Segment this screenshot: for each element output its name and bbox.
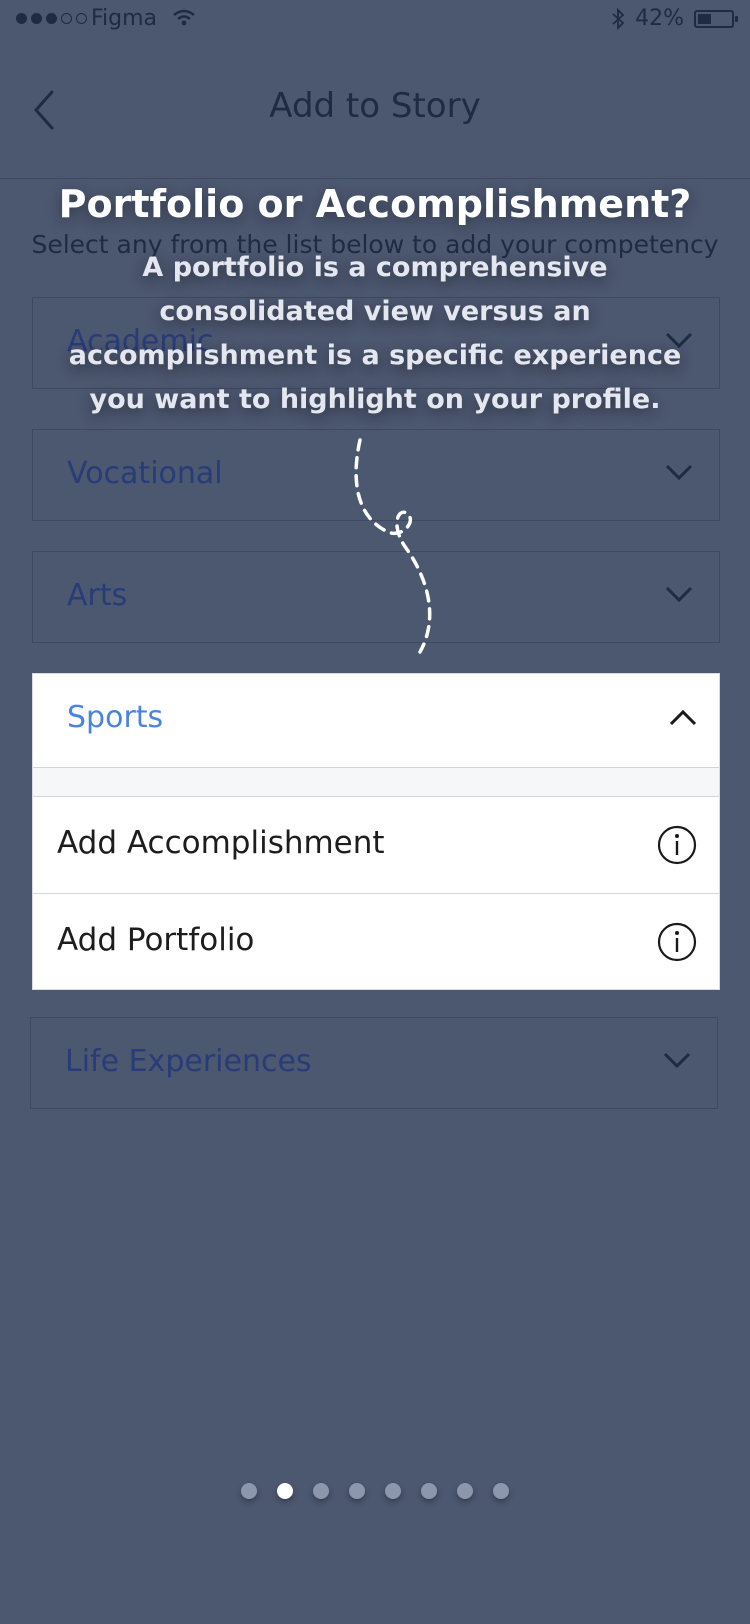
- option-label: Add Accomplishment: [57, 825, 385, 861]
- chevron-down-icon: [665, 586, 693, 602]
- add-accomplishment-option[interactable]: Add Accomplishment: [33, 797, 719, 894]
- info-icon[interactable]: [657, 922, 697, 962]
- page-indicator-dot-active[interactable]: [277, 1483, 293, 1499]
- status-right: 42%: [611, 6, 738, 31]
- divider: [33, 768, 719, 797]
- battery-icon: [694, 9, 738, 28]
- nav-bar: Add to Story: [0, 40, 750, 179]
- carrier-signal: Figma: [16, 6, 157, 31]
- signal-dot: [46, 13, 57, 24]
- chevron-down-icon: [663, 1052, 691, 1068]
- page-title: Add to Story: [269, 86, 481, 126]
- chevron-up-icon: [669, 710, 697, 726]
- page-indicator-dot[interactable]: [493, 1483, 509, 1499]
- category-label: Vocational: [67, 456, 223, 491]
- status-bar: Figma 42%: [0, 0, 750, 40]
- coach-mark-body: A portfolio is a comprehensive consolida…: [68, 252, 682, 415]
- page-indicator-dot[interactable]: [241, 1483, 257, 1499]
- category-label: Arts: [67, 578, 128, 613]
- info-icon[interactable]: [657, 825, 697, 865]
- bluetooth-icon: [612, 7, 625, 30]
- signal-dot: [16, 13, 27, 24]
- wifi-icon: [173, 9, 195, 26]
- page-indicator-dot[interactable]: [313, 1483, 329, 1499]
- category-sports[interactable]: Sports: [33, 674, 719, 768]
- page-indicator-dot[interactable]: [349, 1483, 365, 1499]
- option-label: Add Portfolio: [57, 922, 255, 958]
- carrier-name: Figma: [91, 6, 158, 31]
- dashed-arrow-icon: [354, 438, 432, 654]
- page-indicator-dot[interactable]: [385, 1483, 401, 1499]
- battery-percent: 42%: [635, 6, 684, 31]
- add-portfolio-option[interactable]: Add Portfolio: [33, 894, 719, 990]
- page-indicator-dot[interactable]: [457, 1483, 473, 1499]
- page-indicator-dot[interactable]: [421, 1483, 437, 1499]
- category-label: Life Experiences: [65, 1044, 312, 1079]
- battery-fill: [698, 13, 711, 24]
- signal-dot-empty: [76, 13, 87, 24]
- chevron-down-icon: [665, 464, 693, 480]
- category-label: Sports: [67, 700, 164, 735]
- signal-dot: [31, 13, 42, 24]
- sports-expanded-panel: Sports Add Accomplishment Add Portfolio: [32, 673, 720, 990]
- category-life-experiences[interactable]: Life Experiences: [30, 1017, 718, 1109]
- coach-mark-title: Portfolio or Accomplishment?: [58, 182, 692, 226]
- onboarding-pager: [0, 1483, 750, 1499]
- signal-dot-empty: [61, 13, 72, 24]
